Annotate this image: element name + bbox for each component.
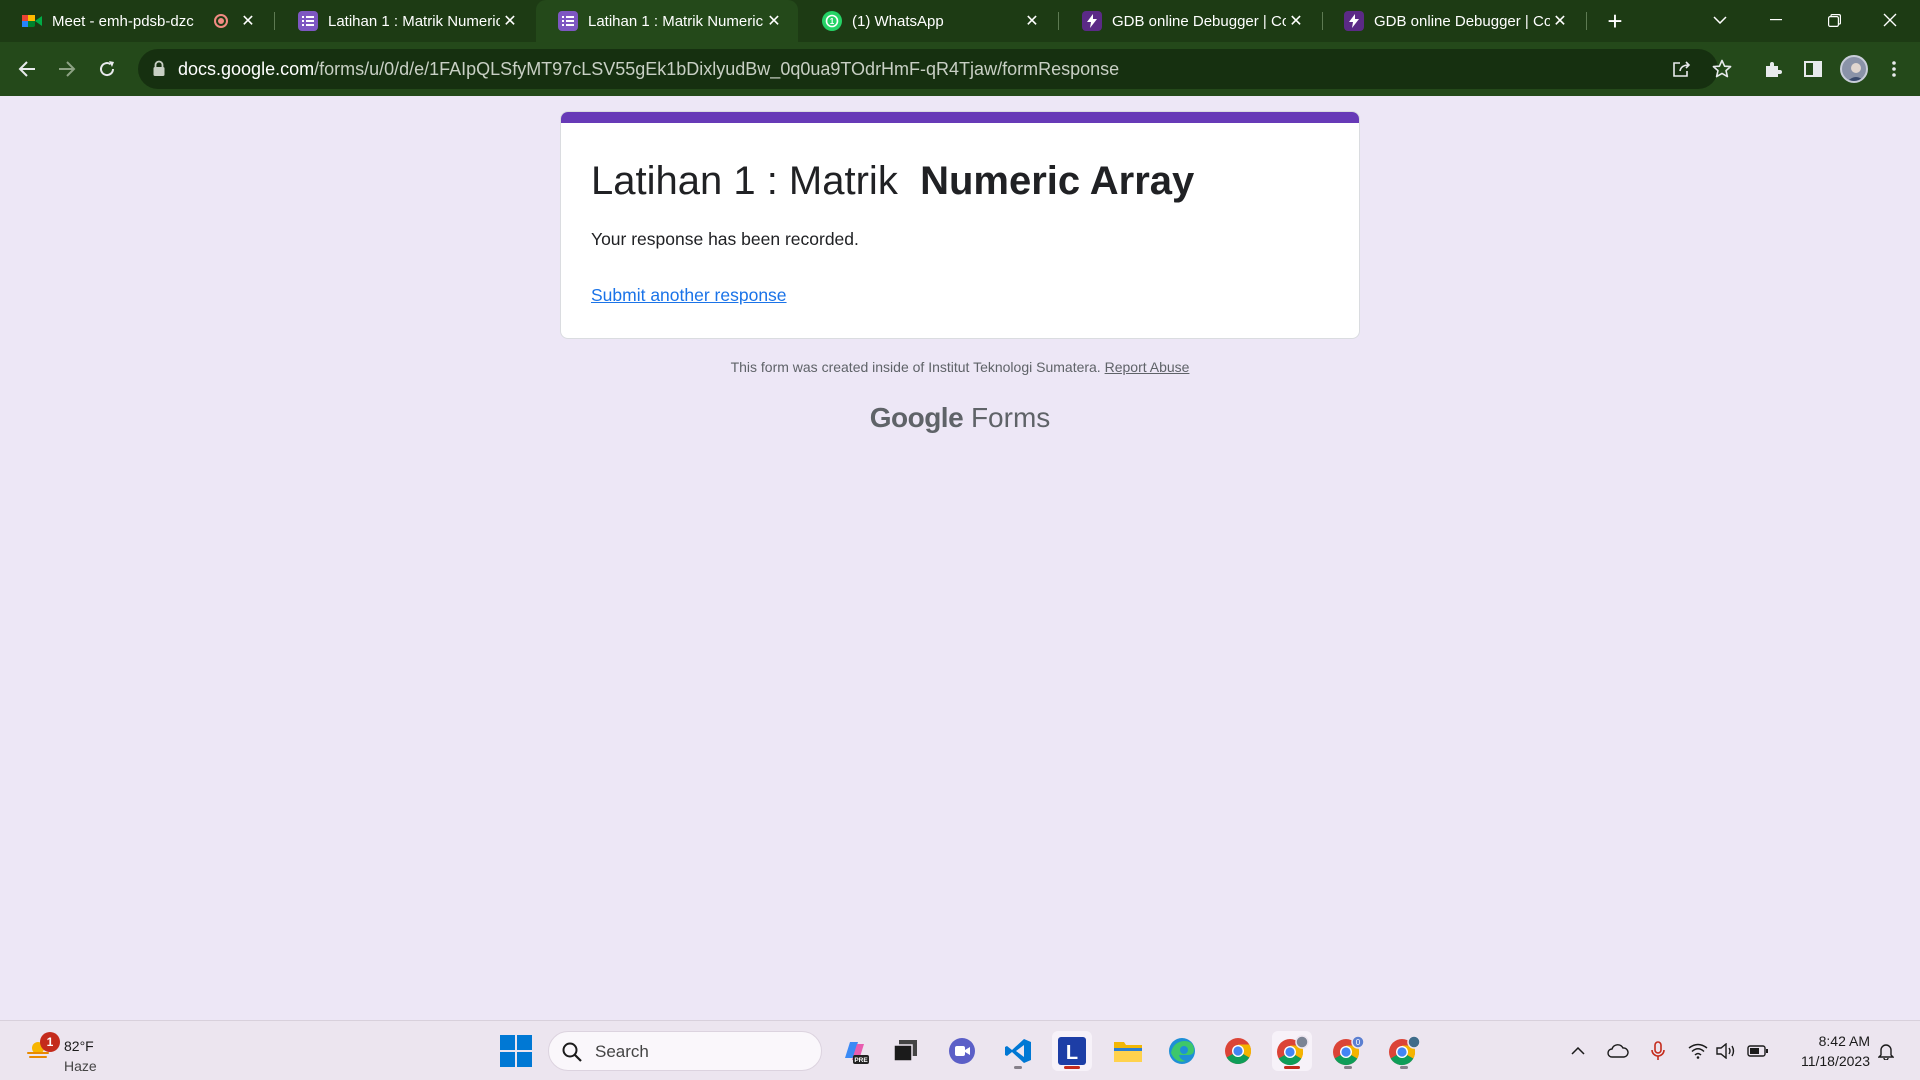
edge-icon[interactable] [1162, 1031, 1202, 1071]
tab-search-chevron-icon[interactable] [1692, 0, 1748, 40]
gdb-icon [1082, 11, 1102, 31]
taskbar-search-box[interactable]: Search [548, 1031, 822, 1071]
submit-another-response-link[interactable]: Submit another response [591, 285, 787, 306]
tray-overflow-chevron-icon[interactable] [1564, 1035, 1592, 1067]
svg-text:PRE: PRE [854, 1057, 868, 1064]
system-clock[interactable]: 8:42 AM 11/18/2023 [1780, 1031, 1870, 1071]
reload-icon[interactable] [91, 53, 123, 85]
report-abuse-link[interactable]: Report Abuse [1105, 359, 1190, 375]
close-tab-icon[interactable]: ✕ [764, 11, 784, 31]
side-panel-icon[interactable] [1797, 53, 1829, 85]
tab-latihan-1[interactable]: Latihan 1 : Matrik Numeric ✕ [276, 0, 534, 42]
close-tab-icon[interactable]: ✕ [238, 11, 258, 31]
restore-window-icon[interactable] [1806, 0, 1862, 40]
close-tab-icon[interactable]: ✕ [1286, 11, 1306, 31]
tab-title: Latihan 1 : Matrik Numeric [588, 12, 764, 30]
tab-latihan-1-active[interactable]: Latihan 1 : Matrik Numeric ✕ [536, 0, 798, 42]
close-tab-icon[interactable]: ✕ [500, 11, 520, 31]
battery-icon[interactable] [1744, 1035, 1772, 1067]
form-response-card: Latihan 1 : Matrik Numeric Array Your re… [560, 111, 1360, 339]
tab-gdb-2[interactable]: GDB online Debugger | Co ✕ [1322, 0, 1584, 42]
browser-menu-kebab-icon[interactable] [1878, 53, 1910, 85]
vscode-icon[interactable] [998, 1031, 1038, 1071]
copilot-pre-icon[interactable]: PRE [834, 1031, 874, 1071]
form-title: Latihan 1 : Matrik Numeric Array [591, 159, 1195, 203]
microphone-in-use-icon[interactable] [1644, 1035, 1672, 1067]
tab-title: GDB online Debugger | Co [1112, 12, 1286, 30]
clock-date: 11/18/2023 [1800, 1053, 1870, 1069]
teams-meet-icon[interactable] [942, 1031, 982, 1071]
tab-gdb-1[interactable]: GDB online Debugger | Co ✕ [1060, 0, 1320, 42]
windows-taskbar: 1 82°F Haze Search PRE L 0 8:42 AM 11/18… [0, 1020, 1920, 1080]
clock-time: 8:42 AM [1818, 1033, 1870, 1049]
chrome-profile-2-icon[interactable]: 0 [1328, 1031, 1368, 1071]
task-view-icon[interactable] [886, 1031, 926, 1071]
file-explorer-icon[interactable] [1108, 1031, 1148, 1071]
google-meet-icon [22, 11, 42, 31]
search-placeholder: Search [595, 1042, 649, 1061]
back-arrow-icon[interactable] [11, 53, 43, 85]
recording-indicator-icon [214, 14, 228, 28]
new-tab-button[interactable]: + [1600, 6, 1630, 36]
chrome-icon[interactable] [1218, 1031, 1258, 1071]
profile-avatar[interactable] [1840, 55, 1868, 83]
chrome-profile-3-icon[interactable] [1384, 1031, 1424, 1071]
profile-badge-text: 0 [1356, 1038, 1361, 1047]
windows-start-icon[interactable] [500, 1035, 532, 1067]
extensions-puzzle-icon[interactable] [1757, 53, 1789, 85]
url-text: docs.google.com/forms/u/0/d/e/1FAIpQLSfy… [178, 59, 1120, 79]
tab-title: (1) WhatsApp [852, 12, 944, 30]
tab-title: Meet - emh-pdsb-dzc [52, 12, 194, 30]
svg-text:L: L [1066, 1042, 1078, 1064]
google-forms-icon [298, 11, 318, 31]
share-icon[interactable] [1671, 58, 1693, 80]
tab-meet[interactable]: Meet - emh-pdsb-dzc ✕ [0, 0, 272, 42]
browser-toolbar: docs.google.com/forms/u/0/d/e/1FAIpQLSfy… [0, 42, 1920, 96]
weather-temperature: 82°F [64, 1038, 94, 1054]
close-tab-icon[interactable]: ✕ [1550, 11, 1570, 31]
wifi-icon[interactable] [1684, 1035, 1712, 1067]
google-forms-icon [558, 11, 578, 31]
tab-title: GDB online Debugger | Co [1374, 12, 1550, 30]
close-tab-icon[interactable]: ✕ [1022, 11, 1042, 31]
tab-title: Latihan 1 : Matrik Numeric [328, 12, 500, 30]
minimize-window-icon[interactable] [1748, 0, 1804, 40]
svg-text:1: 1 [830, 17, 835, 26]
chrome-profile-1-icon[interactable] [1272, 1031, 1312, 1071]
address-bar[interactable]: docs.google.com/forms/u/0/d/e/1FAIpQLSfy… [138, 49, 1732, 89]
forward-arrow-icon[interactable] [51, 53, 83, 85]
volume-icon[interactable] [1712, 1035, 1740, 1067]
weather-notification-badge: 1 [40, 1032, 60, 1052]
form-footer-note: This form was created inside of Institut… [730, 359, 1190, 375]
weather-widget[interactable]: 1 82°F Haze [22, 1029, 142, 1074]
form-accent-bar [561, 112, 1359, 123]
notification-bell-icon[interactable] [1872, 1035, 1900, 1067]
google-forms-logo[interactable]: Google Forms [560, 402, 1360, 434]
whatsapp-icon: 1 [822, 11, 842, 31]
close-window-icon[interactable] [1862, 0, 1918, 40]
confirmation-message: Your response has been recorded. [591, 229, 859, 249]
lms-l-icon[interactable]: L [1052, 1031, 1092, 1071]
lock-icon [152, 60, 170, 78]
bookmark-star-icon[interactable] [1711, 58, 1733, 80]
onedrive-cloud-icon[interactable] [1604, 1035, 1632, 1067]
tab-whatsapp[interactable]: 1 (1) WhatsApp ✕ [800, 0, 1056, 42]
gdb-icon [1344, 11, 1364, 31]
search-icon [561, 1041, 583, 1063]
browser-tab-strip: Meet - emh-pdsb-dzc ✕ Latihan 1 : Matrik… [0, 0, 1920, 42]
weather-condition: Haze [64, 1058, 97, 1074]
